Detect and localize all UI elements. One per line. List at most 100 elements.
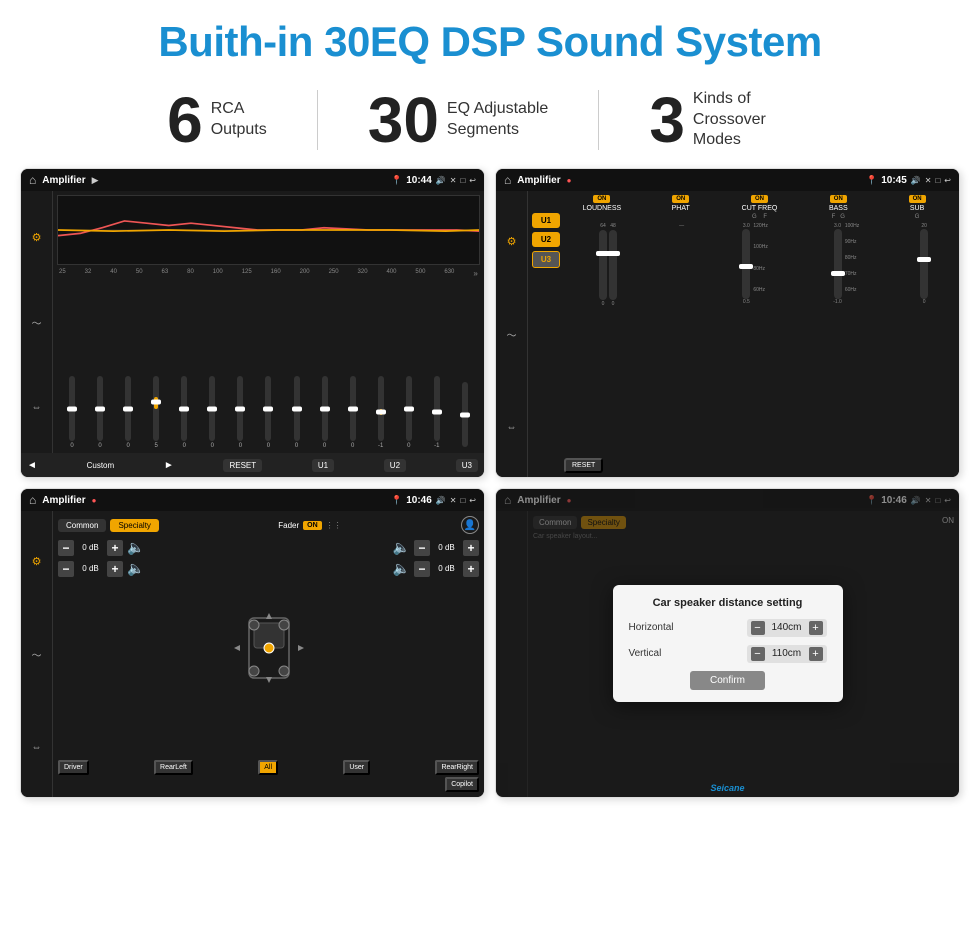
db1-plus[interactable]: + <box>107 540 123 556</box>
amp-u2-btn[interactable]: U2 <box>532 232 560 247</box>
horizontal-value: 140cm <box>769 622 805 633</box>
car-diagram-svg <box>224 603 314 693</box>
fader-icon-wave[interactable]: 〜 <box>32 647 42 662</box>
eq-u1-btn[interactable]: U1 <box>312 459 334 472</box>
eq-slider-6: 0 <box>199 376 225 449</box>
fader-main: ⚙ 〜 ⇔ Common Specialty <box>21 511 484 797</box>
eq-bottom-bar: ◄ Custom ► RESET U1 U2 U3 <box>21 453 484 477</box>
eq-u2-btn[interactable]: U2 <box>384 459 406 472</box>
vol-icon-amp: 🔊 <box>911 176 921 185</box>
bass-on-badge: ON <box>830 195 847 203</box>
back-icon-amp[interactable]: ↩ <box>944 176 951 185</box>
stats-row: 6 RCAOutputs 30 EQ AdjustableSegments 3 … <box>0 76 980 168</box>
db-row-1: − 0 dB + 🔈 <box>58 539 185 556</box>
close-icon-amp[interactable]: ✕ <box>925 176 932 185</box>
fader-center-diagram <box>193 539 345 756</box>
screen-dist-container: ⌂ Amplifier ● 📍 10:46 🔊 ✕ □ ↩ <box>495 488 960 798</box>
horizontal-plus[interactable]: + <box>809 621 823 635</box>
pos-driver-btn[interactable]: Driver <box>58 760 89 775</box>
amp-icon-balance[interactable]: ⇔ <box>507 422 517 433</box>
db4-value: 0 dB <box>434 564 459 573</box>
eq-icon-balance[interactable]: ⇔ <box>32 402 42 413</box>
amp-main: ⚙ 〜 ⇔ U1 U2 U3 <box>496 191 959 477</box>
expand-icon-eq[interactable]: □ <box>460 176 465 185</box>
close-icon-fader[interactable]: ✕ <box>450 496 457 505</box>
expand-icon-amp[interactable]: □ <box>935 176 940 185</box>
tab-common[interactable]: Common <box>58 519 106 532</box>
profile-icon-fader[interactable]: 👤 <box>461 516 479 534</box>
amp-u3-btn[interactable]: U3 <box>532 251 560 268</box>
speaker-bl-icon: 🔈 <box>127 560 144 577</box>
horizontal-input: − 140cm + <box>747 619 827 637</box>
fader-icon-balance[interactable]: ⇔ <box>32 742 42 753</box>
db1-minus[interactable]: − <box>58 540 74 556</box>
db3-minus[interactable]: − <box>414 540 430 556</box>
eq-custom-label: Custom <box>87 461 115 470</box>
confirm-button[interactable]: Confirm <box>690 671 765 690</box>
back-icon-fader[interactable]: ↩ <box>469 496 476 505</box>
pos-user-btn[interactable]: User <box>343 760 370 775</box>
eq-reset-btn[interactable]: RESET <box>223 459 262 472</box>
amp-icon-wave[interactable]: 〜 <box>507 327 517 342</box>
loudness-label: LOUDNESS <box>583 205 622 212</box>
stat-eq-number: 30 <box>368 88 439 152</box>
screens-grid: ⌂ Amplifier ▶ 📍 10:44 🔊 ✕ □ ↩ <box>0 168 980 808</box>
eq-sliders: 0 0 <box>57 281 480 449</box>
pos-copilot-btn[interactable]: Copilot <box>445 777 479 792</box>
home-icon-fader[interactable]: ⌂ <box>29 493 36 507</box>
amp-reset-btn[interactable]: RESET <box>564 458 603 473</box>
tab-specialty[interactable]: Specialty <box>110 519 158 532</box>
db2-plus[interactable]: + <box>107 561 123 577</box>
fader-right-controls: 🔈 − 0 dB + 🔈 − 0 dB + <box>352 539 479 756</box>
back-icon-eq[interactable]: ↩ <box>469 176 476 185</box>
fader-title: Amplifier <box>42 495 85 506</box>
eq-freq-labels: 25 32 40 50 63 80 100 125 160 200 250 <box>57 269 480 278</box>
db4-minus[interactable]: − <box>414 561 430 577</box>
speaker-br-icon: 🔈 <box>393 560 410 577</box>
expand-icon-fader[interactable]: □ <box>460 496 465 505</box>
speaker-tr-icon: 🔈 <box>393 539 410 556</box>
home-icon-amp[interactable]: ⌂ <box>504 173 511 187</box>
eq-slider-13: 0 <box>396 376 422 449</box>
eq-nav-back[interactable]: ◄ <box>27 460 37 471</box>
fader-position-buttons: Driver RearLeft All User RearRight <box>58 760 479 775</box>
eq-icon-wave[interactable]: 〜 <box>32 315 42 330</box>
pos-all-btn[interactable]: All <box>258 760 278 775</box>
pos-rearleft-btn[interactable]: RearLeft <box>154 760 193 775</box>
screen-fader: ⌂ Amplifier ● 📍 10:46 🔊 ✕ □ ↩ <box>21 489 484 797</box>
phat-label: PHAT <box>672 205 690 212</box>
db2-minus[interactable]: − <box>58 561 74 577</box>
fader-text-label: Fader <box>278 521 299 530</box>
screen-dist: ⌂ Amplifier ● 📍 10:46 🔊 ✕ □ ↩ <box>496 489 959 797</box>
eq-icon-settings[interactable]: ⚙ <box>32 231 42 244</box>
amp-icon-settings[interactable]: ⚙ <box>507 235 517 248</box>
eq-time: 10:44 <box>406 175 432 186</box>
eq-slider-10: 0 <box>312 376 338 449</box>
eq-nav-forward[interactable]: ► <box>164 460 174 471</box>
db3-plus[interactable]: + <box>463 540 479 556</box>
db-row-2: − 0 dB + 🔈 <box>58 560 185 577</box>
eq-slider-7: 0 <box>227 376 253 449</box>
amp-on-badges: ON LOUDNESS ON PHAT ON <box>564 195 955 220</box>
eq-slider-5: 0 <box>171 376 197 449</box>
status-bar-fader: ⌂ Amplifier ● 📍 10:46 🔊 ✕ □ ↩ <box>21 489 484 511</box>
close-icon-eq[interactable]: ✕ <box>450 176 457 185</box>
eq-main: ⚙ 〜 ⇔ <box>21 191 484 453</box>
db2-value: 0 dB <box>78 564 103 573</box>
horizontal-minus[interactable]: − <box>751 621 765 635</box>
pos-rearright-btn[interactable]: RearRight <box>435 760 479 775</box>
db4-plus[interactable]: + <box>463 561 479 577</box>
loudness-on-badge: ON <box>593 195 610 203</box>
pin-icon-amp: 📍 <box>866 175 877 186</box>
vertical-minus[interactable]: − <box>751 647 765 661</box>
screen-amp: ⌂ Amplifier ● 📍 10:45 🔊 ✕ □ ↩ <box>496 169 959 477</box>
dialog-overlay: Car speaker distance setting Horizontal … <box>496 489 959 797</box>
eq-u3-btn[interactable]: U3 <box>456 459 478 472</box>
amp-u1-btn[interactable]: U1 <box>532 213 560 228</box>
stat-eq-label: EQ AdjustableSegments <box>447 99 548 141</box>
home-icon-eq[interactable]: ⌂ <box>29 173 36 187</box>
vertical-plus[interactable]: + <box>809 647 823 661</box>
screen-eq-container: ⌂ Amplifier ▶ 📍 10:44 🔊 ✕ □ ↩ <box>20 168 485 478</box>
fader-icon-settings[interactable]: ⚙ <box>32 555 42 568</box>
loudness-slider-group: 64 0 48 <box>564 223 652 307</box>
